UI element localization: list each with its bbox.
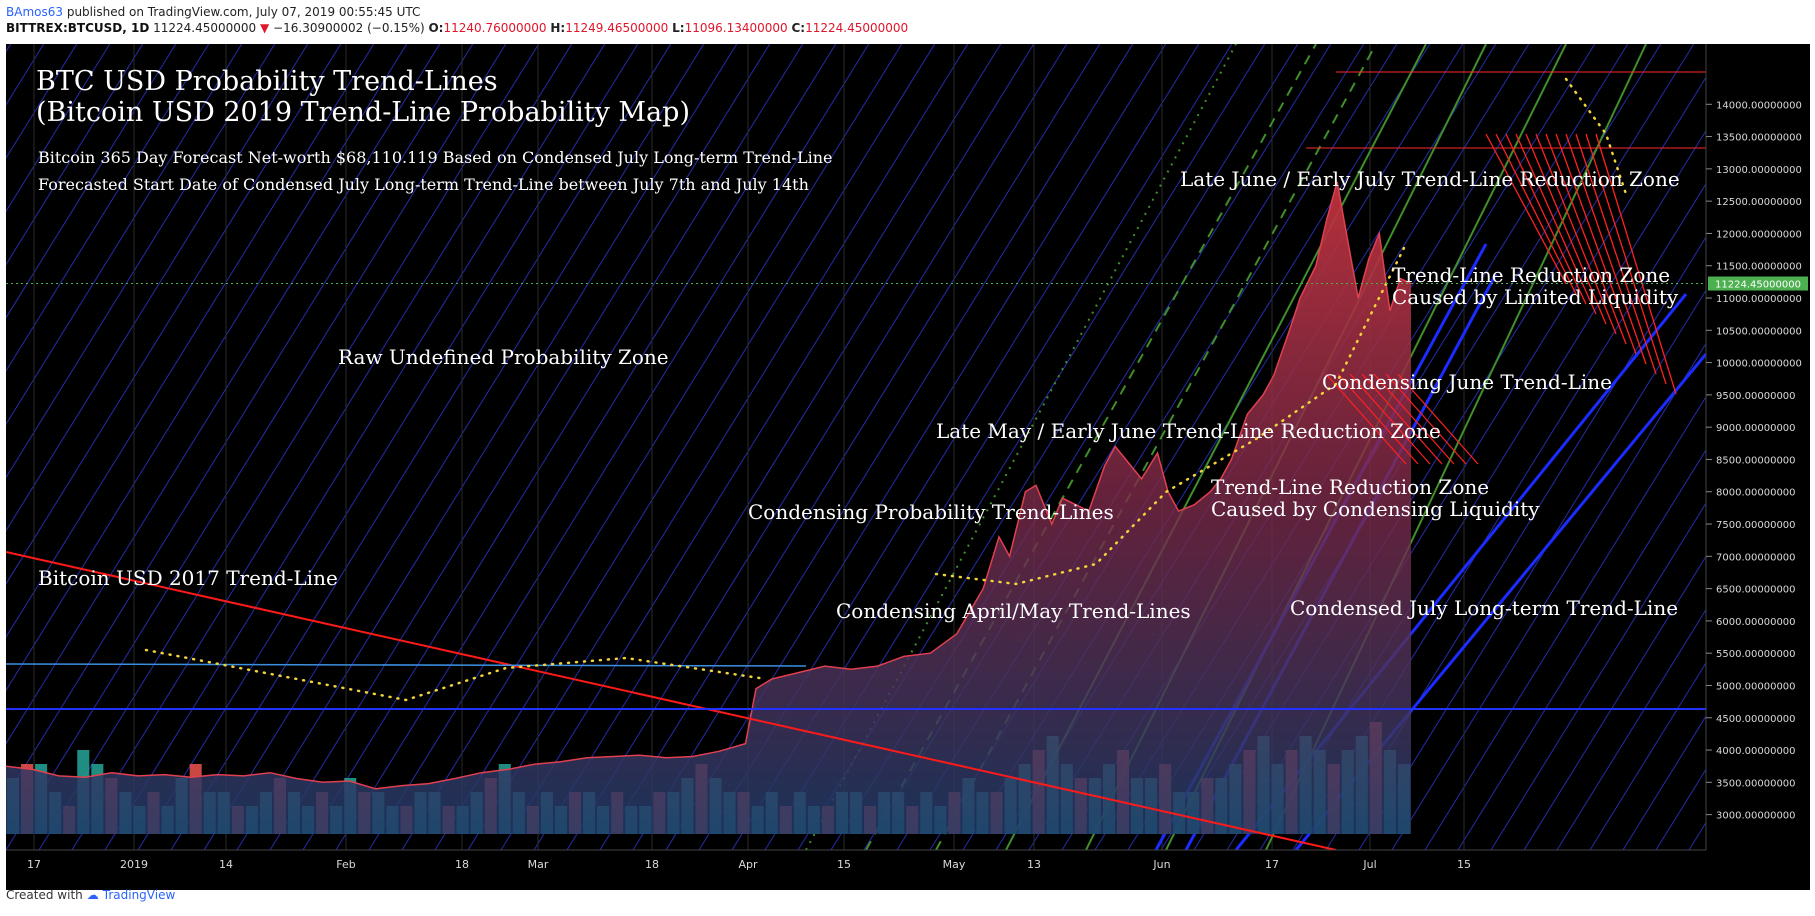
author-link[interactable]: BAmos63 (6, 5, 63, 19)
y-tick-label: 10000.00000000 (1716, 359, 1802, 370)
y-tick-label: 9500.00000000 (1716, 391, 1796, 402)
y-tick-label: 6500.00000000 (1716, 585, 1796, 596)
y-tick-label: 3000.00000000 (1716, 811, 1796, 822)
cond-liq-label-2: Caused by Condensing Liquidity (1211, 497, 1540, 521)
raw-zone-label: Raw Undefined Probability Zone (338, 345, 669, 369)
publish-info: published on TradingView.com, July 07, 2… (66, 5, 421, 19)
y-tick-label: 12000.00000000 (1716, 229, 1802, 240)
trend-2017-label: Bitcoin USD 2017 Trend-Line (38, 566, 338, 590)
x-tick-label: Apr (738, 858, 758, 871)
last-price-badge: 11224.45000000 (1708, 276, 1808, 291)
y-tick-label: 4000.00000000 (1716, 746, 1796, 757)
late-june-label: Late June / Early July Trend-Line Reduct… (1180, 167, 1680, 191)
condensing-prob-label: Condensing Probability Trend-Lines (748, 500, 1114, 524)
x-tick-label: May (943, 858, 966, 871)
x-tick-label: 14 (219, 858, 233, 871)
low-value: 11096.13400000 (684, 21, 788, 35)
x-tick-label: 17 (1265, 858, 1279, 871)
y-tick-label: 7500.00000000 (1716, 520, 1796, 531)
y-tick-label: 12500.00000000 (1716, 197, 1802, 208)
april-may-label: Condensing April/May Trend-Lines (836, 599, 1191, 623)
ohlc-line: BITTREX:BTCUSD, 1D 11224.45000000 ▼ −16.… (6, 20, 908, 36)
condensed-july-label: Condensed July Long-term Trend-Line (1290, 596, 1678, 620)
y-tick-label: 4500.00000000 (1716, 714, 1796, 725)
high-label: H: (550, 21, 566, 35)
x-tick-label: 2019 (120, 858, 148, 871)
publish-line: BAmos63 published on TradingView.com, Ju… (6, 4, 908, 20)
y-tick-label: 10500.00000000 (1716, 326, 1802, 337)
close-label: C: (791, 21, 806, 35)
june-label: Condensing June Trend-Line (1322, 370, 1612, 394)
open-value: 11240.76000000 (443, 21, 547, 35)
high-value: 11249.46500000 (565, 21, 669, 35)
forecast-note: Bitcoin 365 Day Forecast Net-worth $68,1… (38, 148, 832, 167)
y-tick-label: 13500.00000000 (1716, 133, 1802, 144)
low-label: L: (672, 21, 685, 35)
y-tick-label: 5500.00000000 (1716, 649, 1796, 660)
late-may-label: Late May / Early June Trend-Line Reducti… (936, 419, 1441, 443)
created-with-label: Created with (6, 888, 83, 902)
open-label: O: (428, 21, 444, 35)
svg-text:11224.45000000: 11224.45000000 (1715, 280, 1801, 291)
y-tick-label: 9000.00000000 (1716, 423, 1796, 434)
x-tick-label: Jul (1362, 858, 1376, 871)
y-tick-label: 5000.00000000 (1716, 681, 1796, 692)
chart-svg[interactable]: 14000.00000000 13500.00000000 13000.000000… (6, 44, 1810, 890)
y-tick-label: 11500.00000000 (1716, 262, 1802, 273)
y-tick-label: 8000.00000000 (1716, 488, 1796, 499)
x-tick-label: 15 (837, 858, 851, 871)
x-tick-label: 15 (1457, 858, 1471, 871)
price-change: −16.30900002 (−0.15%) (273, 21, 425, 35)
lim-liq-label-2: Caused by Limited Liquidity (1392, 285, 1679, 309)
x-tick-label: 13 (1027, 858, 1041, 871)
x-tick-label: 18 (455, 858, 469, 871)
x-tick-label: Feb (336, 858, 355, 871)
lim-liq-label-1: Trend-Line Reduction Zone (1392, 263, 1670, 287)
chart-header: BAmos63 published on TradingView.com, Ju… (6, 4, 908, 36)
tradingview-link[interactable]: TradingView (103, 888, 176, 902)
chart-title-line2: (Bitcoin USD 2019 Trend-Line Probability… (36, 97, 690, 128)
y-tick-label: 6000.00000000 (1716, 617, 1796, 628)
cond-liq-label-1: Trend-Line Reduction Zone (1211, 475, 1489, 499)
tradingview-logo-icon[interactable]: ☁ (87, 888, 99, 902)
chart-area[interactable]: 14000.00000000 13500.00000000 13000.000000… (6, 44, 1810, 890)
footer: Created with ☁ TradingView (6, 888, 175, 902)
y-tick-label: 13000.00000000 (1716, 165, 1802, 176)
y-tick-label: 7000.00000000 (1716, 552, 1796, 563)
x-tick-label: Jun (1152, 858, 1170, 871)
last-price: 11224.45000000 (153, 21, 257, 35)
close-value: 11224.45000000 (805, 21, 909, 35)
y-tick-label: 11000.00000000 (1716, 294, 1802, 305)
x-tick-label: Mar (528, 858, 549, 871)
x-tick-label: 17 (27, 858, 41, 871)
symbol-label[interactable]: BITTREX:BTCUSD, 1D (6, 21, 149, 35)
y-tick-label: 3500.00000000 (1716, 778, 1796, 789)
y-tick-label: 14000.00000000 (1716, 100, 1802, 111)
x-tick-label: 18 (645, 858, 659, 871)
y-tick-label: 8500.00000000 (1716, 455, 1796, 466)
down-arrow-icon: ▼ (260, 21, 270, 35)
start-date-note: Forecasted Start Date of Condensed July … (38, 175, 809, 194)
chart-title-line1: BTC USD Probability Trend-Lines (36, 66, 498, 97)
